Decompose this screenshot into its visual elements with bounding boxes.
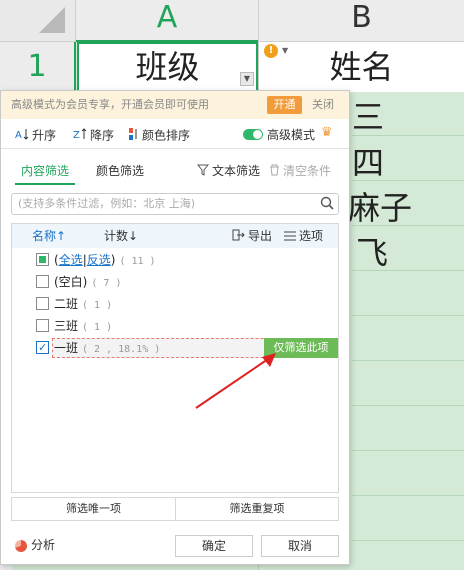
list-item[interactable]: 二班( 1 ) bbox=[12, 294, 338, 314]
select-all-link[interactable]: 全选 bbox=[59, 253, 83, 267]
item-count: ( 2 , 18.1% ) bbox=[82, 344, 161, 355]
cell-b3[interactable]: 四 bbox=[352, 138, 384, 184]
toggle-knob bbox=[253, 130, 262, 139]
filter-unique-button[interactable]: 筛选唯一项 bbox=[12, 498, 176, 520]
search-input[interactable]: (支持多条件过滤，例如：北京 上海) bbox=[11, 193, 339, 215]
options-label: 选项 bbox=[299, 229, 324, 243]
item-count: ( 7 ) bbox=[91, 278, 122, 289]
select-all-corner[interactable] bbox=[0, 0, 76, 42]
svg-text:Z: Z bbox=[73, 130, 80, 141]
grid-line bbox=[352, 315, 464, 316]
item-count: ( 1 ) bbox=[82, 300, 113, 311]
error-indicator[interactable]: ! ▼ bbox=[264, 44, 294, 58]
sort-by-count-button[interactable]: 计数↓ bbox=[104, 224, 138, 248]
item-count: ( 1 ) bbox=[82, 322, 113, 333]
analyze-button[interactable]: 分析 bbox=[15, 537, 55, 553]
item-checkbox[interactable] bbox=[36, 275, 49, 288]
panel-footer: 分析 确定 取消 bbox=[1, 527, 349, 565]
color-sort-icon bbox=[129, 127, 139, 145]
search-placeholder: (支持多条件过滤，例如：北京 上海) bbox=[18, 197, 196, 210]
chevron-down-icon: ▼ bbox=[282, 46, 289, 55]
list-item[interactable]: 三班( 1 ) bbox=[12, 316, 338, 336]
item-label-wrap: 三班( 1 ) bbox=[54, 316, 112, 338]
analyze-label: 分析 bbox=[31, 538, 56, 552]
advanced-mode-toggle[interactable] bbox=[243, 129, 263, 140]
cell-b2[interactable]: 三 bbox=[352, 92, 384, 138]
pie-chart-icon bbox=[15, 539, 27, 552]
item-label-wrap: 二班( 1 ) bbox=[54, 294, 112, 316]
advanced-mode-label[interactable]: 高级模式 bbox=[267, 127, 315, 143]
open-membership-button[interactable]: 开通 bbox=[267, 96, 302, 114]
color-sort-label: 颜色排序 bbox=[142, 128, 191, 143]
close-promo-button[interactable]: 关闭 bbox=[312, 96, 334, 114]
tab-content-filter[interactable]: 内容筛选 bbox=[15, 163, 76, 185]
grid-line bbox=[352, 450, 464, 451]
item-label-wrap: 一班( 2 , 18.1% ) bbox=[54, 338, 160, 360]
list-item-select-all: (全选|反选)( 11 ) bbox=[12, 250, 338, 270]
inverse-select-link[interactable]: 反选 bbox=[87, 253, 111, 267]
cell-b4[interactable]: 麻子 bbox=[348, 183, 412, 229]
corner-triangle-icon bbox=[39, 7, 65, 33]
item-count: ( 11 ) bbox=[119, 256, 156, 267]
grid-line bbox=[352, 405, 464, 406]
menu-icon bbox=[284, 225, 296, 249]
sort-asc-icon: A bbox=[15, 127, 29, 145]
funnel-icon bbox=[196, 164, 210, 180]
list-item[interactable]: (空白)( 7 ) bbox=[12, 272, 338, 292]
item-checkbox[interactable] bbox=[36, 319, 49, 332]
crown-icon: ♛ bbox=[321, 125, 333, 140]
item-label: 三班 bbox=[54, 319, 79, 333]
item-label: 一班 bbox=[54, 341, 79, 355]
filter-duplicate-button[interactable]: 筛选重复项 bbox=[176, 498, 338, 520]
sort-by-name-button[interactable]: 名称↑ bbox=[32, 224, 66, 248]
sort-toolbar: A 升序 Z 降序 颜色排序 高级模式 ♛ bbox=[1, 119, 349, 149]
filter-dropdown-button[interactable]: ▼ bbox=[240, 72, 254, 86]
item-checkbox[interactable] bbox=[36, 297, 49, 310]
text-filter-label: 文本筛选 bbox=[212, 164, 261, 178]
select-all-checkbox[interactable] bbox=[36, 253, 49, 266]
clear-condition-button[interactable]: 清空条件 bbox=[269, 163, 331, 180]
cell-b5[interactable]: 飞 bbox=[356, 228, 388, 274]
grid-line bbox=[352, 360, 464, 361]
sort-desc-button[interactable]: Z 降序 bbox=[73, 127, 114, 143]
options-button[interactable]: 选项 bbox=[284, 224, 323, 249]
color-sort-button[interactable]: 颜色排序 bbox=[129, 127, 190, 143]
export-label: 导出 bbox=[248, 229, 273, 243]
cancel-button[interactable]: 取消 bbox=[261, 535, 339, 557]
warning-icon: ! bbox=[264, 44, 278, 58]
promo-text: 高级模式为会员专享，开通会员即可使用 bbox=[11, 98, 209, 111]
filter-mode-buttons: 筛选唯一项 筛选重复项 bbox=[11, 497, 339, 521]
filter-panel: 高级模式为会员专享，开通会员即可使用 开通 关闭 A 升序 Z 降序 颜色排序 … bbox=[0, 90, 350, 565]
item-label-wrap: (空白)( 7 ) bbox=[54, 272, 121, 294]
promo-banner: 高级模式为会员专享，开通会员即可使用 开通 关闭 bbox=[1, 91, 349, 119]
sort-asc-label: 升序 bbox=[32, 128, 57, 143]
select-all-label: (全选|反选)( 11 ) bbox=[54, 253, 156, 267]
cell-a1[interactable]: 班级 bbox=[77, 42, 258, 92]
grid-line bbox=[352, 540, 464, 541]
export-icon bbox=[232, 225, 245, 249]
sort-desc-label: 降序 bbox=[90, 128, 115, 143]
column-header-b[interactable]: B bbox=[258, 0, 464, 42]
svg-text:A: A bbox=[15, 130, 22, 141]
item-label: 二班 bbox=[54, 297, 79, 311]
grid-line bbox=[352, 495, 464, 496]
item-label: (空白) bbox=[54, 275, 88, 289]
text-filter-button[interactable]: 文本筛选 bbox=[196, 163, 261, 180]
ok-button[interactable]: 确定 bbox=[175, 535, 253, 557]
column-header-a[interactable]: A bbox=[76, 0, 258, 42]
search-icon[interactable] bbox=[320, 196, 334, 217]
list-header: 名称↑ 计数↓ 导出 选项 bbox=[12, 224, 338, 248]
trash-icon bbox=[269, 164, 280, 180]
export-button[interactable]: 导出 bbox=[232, 224, 272, 249]
sort-asc-button[interactable]: A 升序 bbox=[15, 127, 56, 143]
item-checkbox[interactable] bbox=[36, 338, 49, 358]
sort-desc-icon: Z bbox=[73, 127, 87, 145]
annotation-arrow bbox=[195, 353, 276, 409]
filter-tabs: 内容筛选 颜色筛选 文本筛选 清空条件 bbox=[1, 155, 349, 185]
tab-color-filter[interactable]: 颜色筛选 bbox=[96, 163, 144, 179]
row-header-1[interactable]: 1 bbox=[0, 42, 76, 92]
clear-condition-label: 清空条件 bbox=[283, 164, 332, 178]
